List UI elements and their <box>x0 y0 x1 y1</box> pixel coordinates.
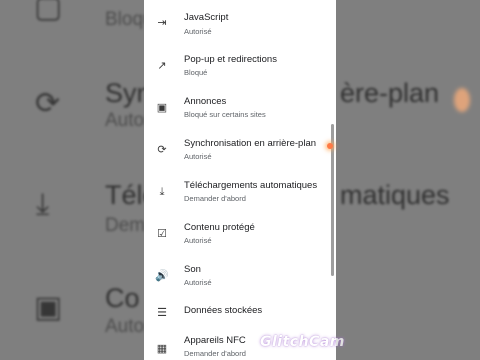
popup-open-icon: ↗ <box>157 60 167 72</box>
item-subtitle: Autorisé <box>184 27 212 36</box>
item-title: Données stockées <box>184 305 263 316</box>
javascript-icon: ⇥ <box>157 17 167 29</box>
item-subtitle: Autorisé <box>184 152 212 161</box>
item-title: Contenu protégé <box>184 222 255 233</box>
item-title: JavaScript <box>184 12 229 23</box>
watermark: GlitchCam <box>260 334 345 350</box>
list-item-auto-downloads[interactable]: ⤓ Téléchargements automatiques Demander … <box>144 174 336 216</box>
bg-text: Syn <box>105 78 144 108</box>
item-title: Pop-up et redirections <box>184 54 277 65</box>
list-item-popups[interactable]: ↗ Pop-up et redirections Bloqué <box>144 48 336 90</box>
item-title: Annonces <box>184 96 227 107</box>
bg-text: Bloqu <box>105 9 144 30</box>
touch-indicator <box>327 143 333 149</box>
ads-window-icon: ▣ <box>156 102 168 114</box>
list-item-background-sync[interactable]: ⟳ Synchronisation en arrière-plan Autori… <box>144 132 336 174</box>
bg-text: Co <box>105 283 140 313</box>
storage-icon: ☰ <box>157 307 167 319</box>
list-item-ads[interactable]: ▣ Annonces Bloqué sur certains sites <box>144 90 336 132</box>
site-settings-list[interactable]: ⇥ JavaScript Autorisé ↗ Pop-up et redire… <box>144 0 336 360</box>
volume-icon: 🔊 <box>155 270 169 282</box>
item-subtitle: Autorisé <box>184 236 212 245</box>
bg-text: ère-plan <box>340 78 440 108</box>
bg-download-icon: ⤓ <box>36 188 50 221</box>
sync-icon: ⟳ <box>157 144 167 156</box>
bg-accent-glow <box>454 88 470 112</box>
bg-frame-icon: ▢ <box>34 0 63 24</box>
list-item-javascript[interactable]: ⇥ JavaScript Autorisé <box>144 6 336 48</box>
nfc-icon: ▦ <box>156 343 168 355</box>
bg-text: Autor <box>105 316 144 337</box>
item-title: Son <box>184 264 201 275</box>
bg-text: Autor <box>105 110 144 131</box>
item-title: Téléchargements automatiques <box>184 180 318 191</box>
item-subtitle: Autorisé <box>184 278 212 287</box>
bg-sync-icon: ⟳ <box>35 87 61 120</box>
item-title: Synchronisation en arrière-plan <box>184 138 317 149</box>
list-item-sound[interactable]: 🔊 Son Autorisé <box>144 258 336 300</box>
protected-content-icon: ☑ <box>157 228 167 240</box>
item-subtitle: Demander d'abord <box>184 349 246 358</box>
background-right: ère-plan matiques <box>336 0 480 360</box>
bg-protected-icon: ▣ <box>34 291 63 324</box>
download-icon: ⤓ <box>159 186 165 198</box>
bg-text: matiques <box>340 180 450 210</box>
item-title: Appareils NFC <box>184 335 246 346</box>
item-subtitle: Bloqué sur certains sites <box>184 110 266 119</box>
bg-text: Télé <box>105 180 144 210</box>
item-subtitle: Demander d'abord <box>184 194 246 203</box>
item-subtitle: Bloqué <box>184 68 208 77</box>
background-left: ▢ Bloqu ⟳ Syn Autor ⤓ Télé Demar ▣ Co Au… <box>0 0 144 360</box>
list-item-protected-content[interactable]: ☑ Contenu protégé Autorisé <box>144 216 336 258</box>
bg-text: Demar <box>105 215 144 236</box>
